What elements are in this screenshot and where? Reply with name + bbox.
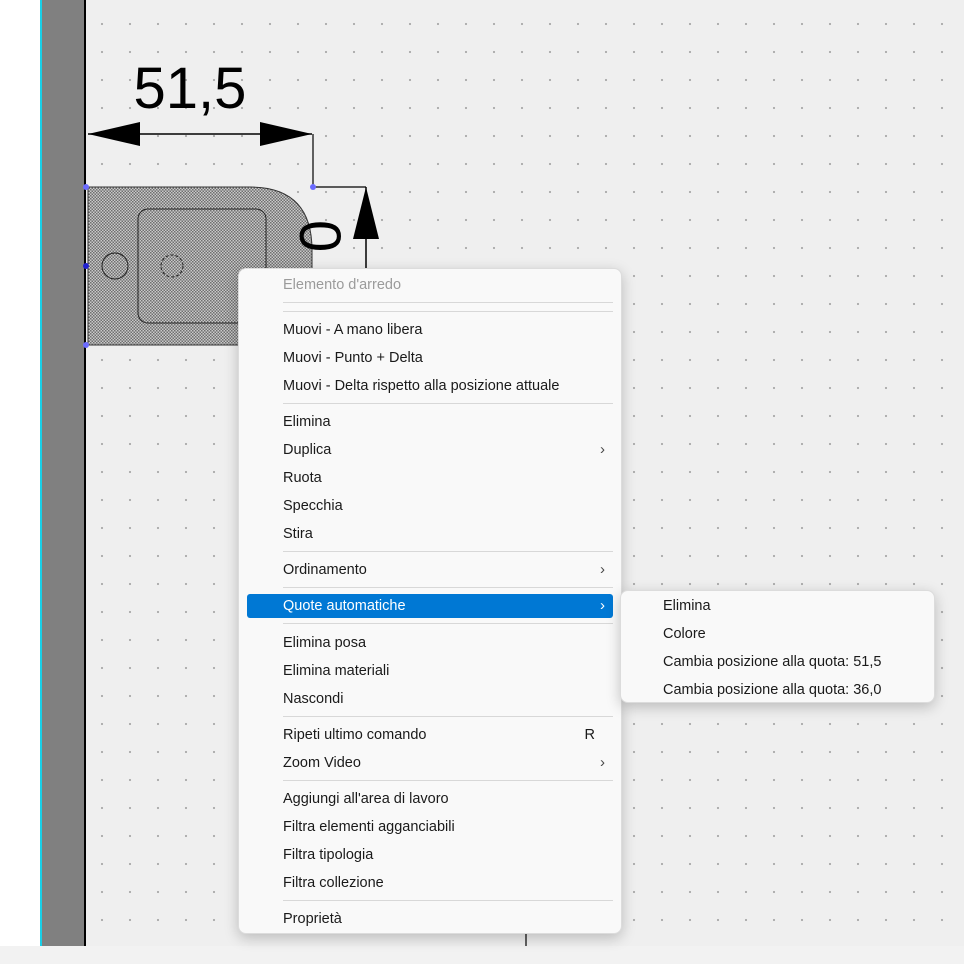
menu-item-hide[interactable]: Nascondi	[247, 687, 613, 711]
context-menu: Elemento d'arredo Muovi - A mano libera …	[238, 268, 622, 934]
menu-item-label: Zoom Video	[283, 755, 361, 771]
submenu-item-change-position-36-0[interactable]: Cambia posizione alla quota: 36,0	[629, 678, 926, 702]
dimension-arrow-left	[88, 122, 140, 146]
menu-item-rotate[interactable]: Ruota	[247, 466, 613, 490]
submenu-item-delete[interactable]: Elimina	[629, 594, 926, 618]
menu-item-label: Ripeti ultimo comando	[283, 727, 427, 743]
submenu-item-color[interactable]: Colore	[629, 622, 926, 646]
submenu-item-change-position-51-5[interactable]: Cambia posizione alla quota: 51,5	[629, 650, 926, 674]
menu-item-filter-collection[interactable]: Filtra collezione	[247, 871, 613, 895]
menu-item-mirror[interactable]: Specchia	[247, 494, 613, 518]
menu-item-delete-materials[interactable]: Elimina materiali	[247, 659, 613, 683]
menu-item-stretch[interactable]: Stira	[247, 522, 613, 546]
chevron-right-icon: ›	[600, 561, 605, 578]
menu-separator	[283, 302, 613, 303]
selection-handle[interactable]	[83, 263, 89, 269]
dimension-label-vertical[interactable]: 0	[287, 220, 352, 252]
menu-separator	[283, 900, 613, 901]
menu-separator	[283, 780, 613, 781]
menu-item-filter-attachable[interactable]: Filtra elementi agganciabili	[247, 815, 613, 839]
menu-separator	[283, 587, 613, 588]
dimension-arrow-right	[260, 122, 312, 146]
menu-item-properties[interactable]: Proprietà	[247, 907, 613, 931]
chevron-right-icon: ›	[600, 597, 605, 614]
menu-item-move-delta-current[interactable]: Muovi - Delta rispetto alla posizione at…	[247, 374, 613, 398]
menu-item-ordering[interactable]: Ordinamento ›	[247, 558, 613, 582]
menu-item-label: Quote automatiche	[283, 598, 406, 614]
menu-separator	[283, 311, 613, 312]
menu-item-label: Duplica	[283, 442, 332, 458]
menu-item-zoom-video[interactable]: Zoom Video ›	[247, 751, 613, 775]
menu-item-delete-pose[interactable]: Elimina posa	[247, 631, 613, 655]
dimension-label-horizontal[interactable]: 51,5	[134, 56, 247, 121]
menu-item-auto-dimensions[interactable]: Quote automatiche ›	[247, 594, 613, 618]
menu-item-add-workspace[interactable]: Aggiungi all'area di lavoro	[247, 787, 613, 811]
menu-header: Elemento d'arredo	[283, 277, 402, 293]
status-strip	[0, 946, 964, 964]
menu-item-filter-type[interactable]: Filtra tipologia	[247, 843, 613, 867]
selection-handle[interactable]	[83, 342, 89, 348]
menu-item-move-point-delta[interactable]: Muovi - Punto + Delta	[247, 346, 613, 370]
chevron-right-icon: ›	[600, 754, 605, 771]
vertical-dimension-arrow	[353, 187, 379, 239]
menu-item-repeat-last[interactable]: Ripeti ultimo comando R	[247, 723, 613, 747]
selection-handle[interactable]	[83, 184, 89, 190]
menu-separator	[283, 623, 613, 624]
menu-separator	[283, 716, 613, 717]
shortcut-label: R	[584, 727, 595, 743]
chevron-right-icon: ›	[600, 441, 605, 458]
menu-separator	[283, 551, 613, 552]
menu-item-move-free[interactable]: Muovi - A mano libera	[247, 318, 613, 342]
submenu-auto-dimensions: Elimina Colore Cambia posizione alla quo…	[620, 590, 935, 703]
menu-item-delete[interactable]: Elimina	[247, 410, 613, 434]
menu-item-duplicate[interactable]: Duplica ›	[247, 438, 613, 462]
selection-handle[interactable]	[310, 184, 316, 190]
menu-item-label: Ordinamento	[283, 562, 367, 578]
menu-separator	[283, 403, 613, 404]
